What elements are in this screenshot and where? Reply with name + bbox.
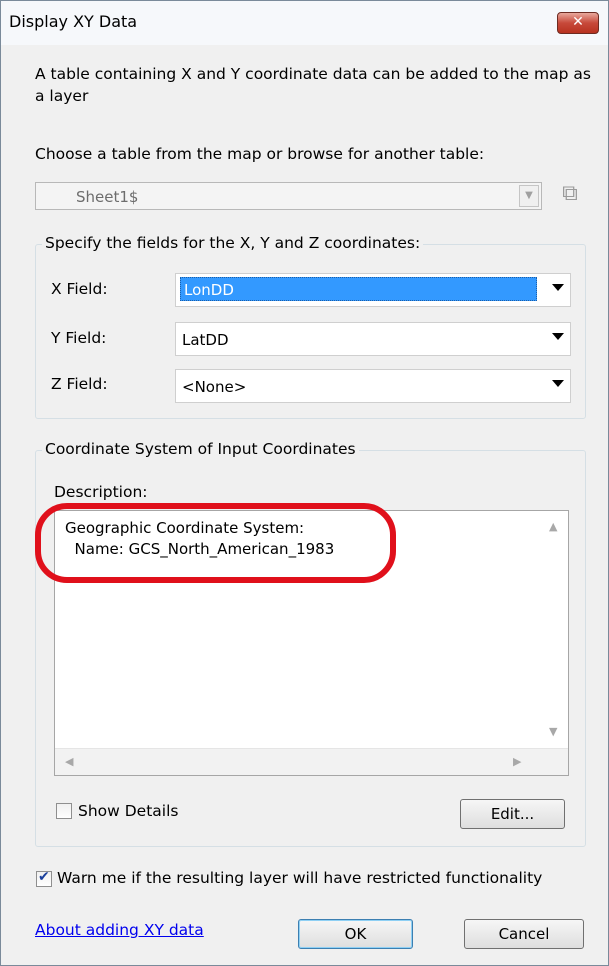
chevron-down-icon (552, 333, 564, 340)
z-field-label: Z Field: (51, 375, 108, 393)
description-label: Description: (54, 483, 148, 501)
chevron-down-icon (552, 284, 564, 291)
open-folder-icon: ⧉ (562, 181, 578, 206)
scroll-right-icon[interactable]: ▶ (513, 755, 521, 768)
ok-button[interactable]: OK (298, 919, 413, 949)
chevron-down-icon[interactable]: ▼ (519, 185, 539, 207)
show-details-label[interactable]: Show Details (78, 802, 179, 820)
fields-group-label: Specify the fields for the X, Y and Z co… (42, 234, 424, 252)
dialog-title: Display XY Data (9, 12, 138, 31)
y-field-select[interactable]: LatDD (175, 322, 571, 356)
scroll-left-icon[interactable]: ◀ (65, 755, 73, 768)
show-details-checkbox[interactable] (56, 803, 72, 819)
annotation-ellipse (35, 503, 396, 583)
x-field-value: LonDD (180, 277, 537, 301)
about-xy-data-link[interactable]: About adding XY data (35, 921, 204, 939)
z-field-select[interactable]: <None> (175, 369, 571, 403)
display-xy-data-dialog: Display XY Data ✕ A table containing X a… (0, 0, 609, 966)
choose-table-label: Choose a table from the map or browse fo… (35, 145, 485, 163)
title-bar: Display XY Data ✕ (1, 1, 608, 45)
y-field-label: Y Field: (51, 329, 107, 347)
scroll-up-icon[interactable]: ▲ (549, 520, 557, 533)
warn-label[interactable]: Warn me if the resulting layer will have… (57, 869, 542, 887)
browse-table-button[interactable]: ⧉ (554, 179, 586, 211)
horizontal-scrollbar[interactable]: ◀ ▶ (55, 748, 568, 775)
table-combobox-value: Sheet1$ (76, 188, 139, 206)
intro-text: A table containing X and Y coordinate da… (35, 65, 591, 105)
z-field-value: <None> (182, 378, 247, 396)
vertical-scrollbar[interactable]: ▲ ▼ (540, 511, 568, 751)
coordinate-system-group-label: Coordinate System of Input Coordinates (42, 440, 359, 458)
scroll-down-icon[interactable]: ▼ (549, 725, 557, 738)
close-icon: ✕ (572, 14, 584, 30)
y-field-value: LatDD (182, 331, 229, 349)
table-combobox[interactable]: Sheet1$ ▼ (35, 182, 542, 210)
cancel-button[interactable]: Cancel (464, 919, 584, 949)
x-field-label: X Field: (51, 280, 108, 298)
close-button[interactable]: ✕ (557, 12, 599, 34)
warn-checkbox[interactable] (36, 869, 52, 887)
chevron-down-icon (552, 380, 564, 387)
edit-button[interactable]: Edit... (460, 799, 565, 829)
x-field-select[interactable]: LonDD (175, 273, 571, 307)
